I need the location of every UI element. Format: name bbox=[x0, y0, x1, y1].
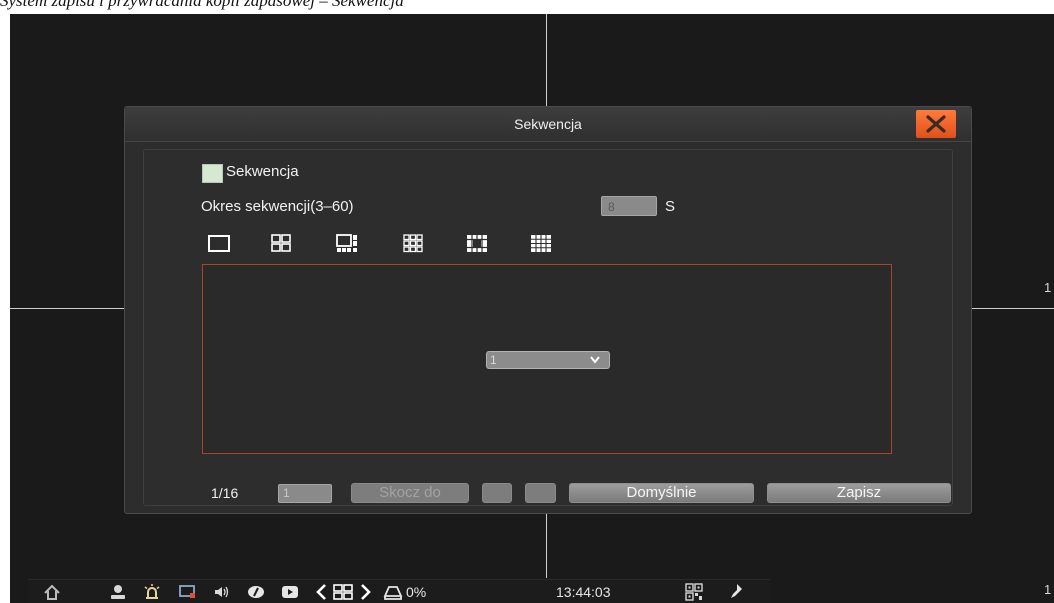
dvr-screen: 1 1 Sekwencja Sekwencja Okres sekwencji(… bbox=[10, 14, 1054, 603]
save-button[interactable]: Zapisz bbox=[767, 483, 951, 503]
dialog-title-bar: Sekwencja bbox=[125, 107, 971, 142]
sequence-checkbox[interactable] bbox=[202, 164, 223, 183]
eight-view-icon[interactable] bbox=[465, 231, 489, 255]
close-icon bbox=[926, 115, 946, 133]
camera-number-right-bottom: 1 bbox=[1044, 582, 1052, 597]
home-icon[interactable] bbox=[42, 582, 62, 602]
prev-icon[interactable] bbox=[313, 582, 329, 602]
jump-page-input[interactable]: 1 bbox=[278, 484, 332, 503]
next-page-button[interactable] bbox=[525, 483, 556, 503]
close-button[interactable] bbox=[916, 110, 956, 138]
hdd-icon bbox=[383, 586, 403, 600]
qr-code-icon[interactable] bbox=[684, 582, 704, 602]
sequence-period-input[interactable]: 8 bbox=[601, 196, 657, 216]
channel-select[interactable]: 1 bbox=[486, 351, 610, 369]
layout-icon[interactable] bbox=[332, 582, 354, 602]
sequence-dialog: Sekwencja Sekwencja Okres sekwencji(3–60… bbox=[124, 106, 972, 514]
hdd-usage: 0% bbox=[406, 584, 427, 600]
camera-number-right: 1 bbox=[1044, 280, 1052, 295]
user-icon[interactable] bbox=[108, 582, 128, 602]
volume-icon[interactable] bbox=[212, 582, 232, 602]
grid-line-horizontal-left bbox=[10, 308, 124, 309]
top-strip: System zapisu i przywracania kopii zapas… bbox=[0, 0, 1054, 14]
single-view-icon[interactable] bbox=[207, 231, 231, 255]
alarm-icon[interactable] bbox=[142, 582, 162, 602]
dialog-title: Sekwencja bbox=[514, 116, 582, 132]
sequence-period-unit: S bbox=[665, 198, 676, 215]
ptz-icon[interactable] bbox=[246, 582, 266, 602]
previous-page-button[interactable] bbox=[482, 483, 512, 503]
clock: 13:44:03 bbox=[556, 584, 611, 600]
sequence-checkbox-label: Sekwencja bbox=[226, 163, 299, 180]
nine-view-icon[interactable] bbox=[401, 231, 425, 255]
default-button[interactable]: Domyślnie bbox=[569, 483, 754, 503]
page-indicator: 1/16 bbox=[211, 485, 239, 501]
channel-preview-area: 1 bbox=[202, 264, 892, 454]
next-icon[interactable] bbox=[358, 582, 374, 602]
monitor-icon[interactable] bbox=[178, 582, 198, 602]
channel-select-value: 1 bbox=[490, 353, 497, 367]
chevron-down-icon bbox=[590, 356, 600, 364]
grid-line-horizontal-right bbox=[971, 308, 1054, 309]
sixteen-view-icon[interactable] bbox=[529, 231, 553, 255]
quad-view-icon[interactable] bbox=[269, 231, 293, 255]
grid-line-vertical-top bbox=[546, 14, 547, 106]
six-view-icon[interactable] bbox=[335, 231, 359, 255]
record-icon[interactable] bbox=[280, 582, 300, 602]
dialog-footer: 1/16 1 Skocz do Domyślnie Zapisz bbox=[125, 481, 971, 505]
grid-line-vertical-bottom bbox=[546, 514, 547, 578]
page-caption: System zapisu i przywracania kopii zapas… bbox=[0, 0, 404, 10]
dvr-taskbar: 0% 13:44:03 bbox=[28, 579, 770, 603]
sequence-period-label: Okres sekwencji(3–60) bbox=[201, 198, 354, 215]
pin-icon[interactable] bbox=[728, 582, 746, 602]
jump-button[interactable]: Skocz do bbox=[351, 483, 469, 503]
